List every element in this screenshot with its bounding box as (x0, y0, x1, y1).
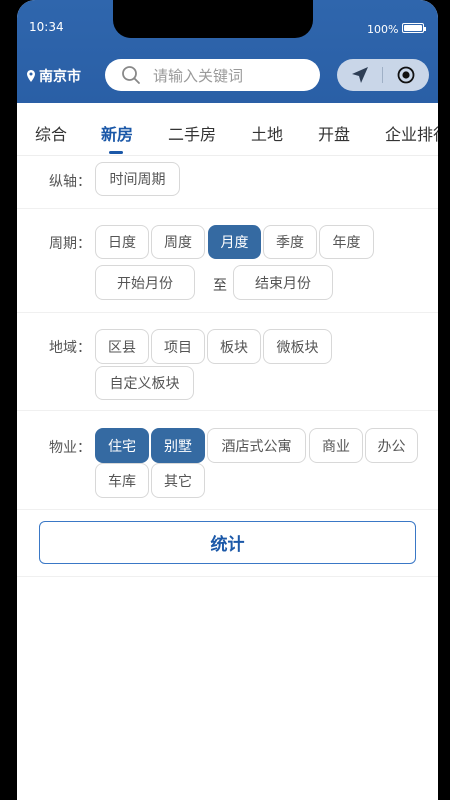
end-month-picker[interactable]: 结束月份 (233, 265, 333, 300)
period-label: 周期： (49, 236, 91, 252)
target-icon[interactable] (397, 66, 415, 84)
period-option-yearly[interactable]: 年度 (319, 225, 374, 259)
tab-land[interactable]: 土地 (251, 121, 283, 145)
tab-overview[interactable]: 综合 (35, 121, 67, 145)
active-tab-indicator (109, 151, 123, 154)
tab-second-hand[interactable]: 二手房 (168, 121, 216, 145)
start-month-picker[interactable]: 开始月份 (95, 265, 195, 300)
property-option-residential[interactable]: 住宅 (95, 428, 149, 463)
axis-section: 纵轴： 时间周期 (17, 156, 438, 209)
notch (113, 0, 313, 38)
category-tabs: 综合 新房 二手房 土地 开盘 企业排行 (17, 103, 438, 156)
statistics-button[interactable]: 统计 (39, 521, 416, 564)
phone-screen: 10:34 100% 南京市 请输入关键词 综合 新房 二手房 土地 开盘 企业… (17, 0, 438, 800)
tab-company-ranking[interactable]: 企业排行 (385, 121, 438, 145)
region-label: 地域： (49, 340, 91, 356)
region-option-district[interactable]: 区县 (95, 329, 149, 364)
app-header: 10:34 100% 南京市 请输入关键词 (17, 0, 438, 103)
property-option-garage[interactable]: 车库 (95, 463, 149, 498)
city-name: 南京市 (39, 69, 81, 85)
divider (17, 576, 438, 577)
tools-divider (382, 67, 383, 83)
axis-label: 纵轴： (49, 174, 91, 190)
battery-percentage: 100% (367, 23, 399, 36)
property-option-office[interactable]: 办公 (365, 428, 418, 463)
location-pin-icon (27, 70, 35, 82)
search-placeholder: 请输入关键词 (153, 66, 244, 85)
period-option-weekly[interactable]: 周度 (151, 225, 205, 259)
region-option-custom-block[interactable]: 自定义板块 (95, 366, 194, 400)
tab-openings[interactable]: 开盘 (318, 121, 350, 145)
region-section: 地域： 区县 项目 板块 微板块 自定义板块 (17, 313, 438, 411)
status-time: 10:34 (29, 20, 64, 34)
navigation-arrow-icon[interactable] (351, 66, 369, 84)
property-option-villa[interactable]: 别墅 (151, 428, 205, 463)
property-option-other[interactable]: 其它 (151, 463, 205, 498)
header-tools (337, 59, 429, 91)
axis-option-time[interactable]: 时间周期 (95, 162, 180, 196)
search-icon (122, 66, 140, 84)
property-option-commercial[interactable]: 商业 (309, 428, 363, 463)
period-option-quarterly[interactable]: 季度 (263, 225, 317, 259)
period-option-monthly[interactable]: 月度 (208, 225, 261, 259)
region-option-project[interactable]: 项目 (151, 329, 205, 364)
search-input[interactable]: 请输入关键词 (105, 59, 320, 91)
tab-new-homes[interactable]: 新房 (101, 121, 133, 145)
range-separator: 至 (213, 278, 227, 294)
region-option-micro-block[interactable]: 微板块 (263, 329, 332, 364)
city-selector[interactable]: 南京市 (27, 66, 81, 86)
battery-icon (402, 23, 426, 33)
region-option-block[interactable]: 板块 (207, 329, 261, 364)
period-section: 周期： 日度 周度 月度 季度 年度 开始月份 至 结束月份 (17, 209, 438, 313)
property-section: 物业： 住宅 别墅 酒店式公寓 商业 办公 车库 其它 (17, 411, 438, 510)
property-option-serviced-apartment[interactable]: 酒店式公寓 (207, 428, 306, 463)
property-label: 物业： (49, 440, 91, 456)
period-option-daily[interactable]: 日度 (95, 225, 149, 259)
